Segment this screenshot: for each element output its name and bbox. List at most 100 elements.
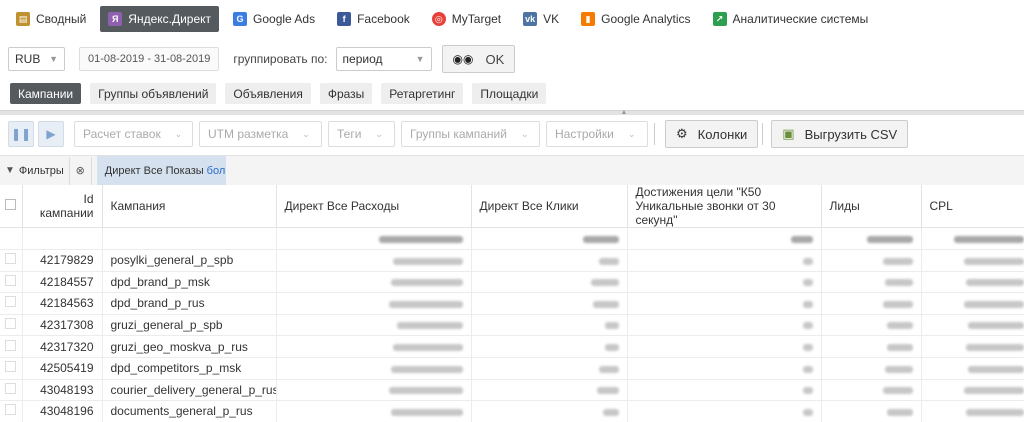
analytics-systems-icon: ↗ xyxy=(712,12,727,26)
export-csv-button[interactable]: ▣ Выгрузить CSV xyxy=(771,120,909,148)
utm-dropdown[interactable]: UTM разметка ⌄ xyxy=(199,121,322,147)
ok-button[interactable]: ◉◉ OK xyxy=(441,45,516,73)
col-header-id[interactable]: Id кампании xyxy=(22,185,103,228)
totals-row xyxy=(0,227,1024,250)
play-icon: ▶ xyxy=(46,127,56,141)
goal-blurred xyxy=(627,357,822,380)
level-tabs: Кампании Группы объявлений Объявления Фр… xyxy=(10,83,555,104)
nav-item-analytics-systems[interactable]: ↗ Аналитические системы xyxy=(705,6,877,32)
leads-blurred xyxy=(821,379,922,402)
campaign-name[interactable]: courier_delivery_general_p_rus xyxy=(102,379,277,402)
columns-button[interactable]: ⚙ Колонки xyxy=(665,120,759,148)
campaign-name[interactable]: dpd_competitors_p_msk xyxy=(102,357,277,380)
nav-item-facebook[interactable]: f Facebook xyxy=(329,6,418,32)
group-by-value: период xyxy=(342,52,383,66)
google-analytics-icon: ▮ xyxy=(581,12,596,26)
row-select-cell xyxy=(0,271,23,294)
currency-select[interactable]: RUB ▼ xyxy=(8,47,65,71)
toolbar-divider xyxy=(654,123,655,145)
campaign-name[interactable]: gruzi_general_p_spb xyxy=(102,314,277,337)
spend-blurred xyxy=(276,271,472,294)
spend-blurred xyxy=(276,292,472,315)
table-row[interactable]: 42317320 gruzi_geo_moskva_p_rus xyxy=(0,335,1024,358)
row-select-cell xyxy=(0,357,23,380)
leads-blurred xyxy=(821,357,922,380)
filters-button[interactable]: ▼ Фильтры xyxy=(0,156,70,185)
nav-item-yandex-direct[interactable]: Я Яндекс.Директ xyxy=(100,6,220,32)
row-select-cell xyxy=(0,314,23,337)
cpl-blurred xyxy=(921,292,1024,315)
collapse-handle-icon[interactable]: ▲ xyxy=(616,109,632,116)
col-header-clicks[interactable]: Директ Все Клики xyxy=(471,185,628,228)
campaign-name[interactable]: dpd_brand_p_rus xyxy=(102,292,277,315)
goal-blurred xyxy=(627,292,822,315)
row-checkbox[interactable] xyxy=(5,253,16,265)
leads-blurred xyxy=(821,400,922,422)
panel-splitter[interactable]: ▲ xyxy=(0,109,1024,116)
table-row[interactable]: 42317308 gruzi_general_p_spb xyxy=(0,314,1024,337)
campaign-name[interactable]: posylki_general_p_spb xyxy=(102,249,277,272)
csv-file-icon: ▣ xyxy=(782,126,795,141)
play-button[interactable]: ▶ xyxy=(38,121,64,147)
clear-filters-button[interactable]: ⊗ xyxy=(70,156,92,185)
tab-retargeting[interactable]: Ретаргетинг xyxy=(381,83,464,104)
date-range-picker[interactable]: 01-08-2019 - 31-08-2019 xyxy=(79,47,220,71)
tags-dropdown[interactable]: Теги ⌄ xyxy=(328,121,395,147)
select-all-checkbox[interactable] xyxy=(5,199,16,210)
row-checkbox[interactable] xyxy=(5,296,16,308)
chevron-down-icon: ⌄ xyxy=(302,128,310,139)
table-row[interactable]: 42184557 dpd_brand_p_msk xyxy=(0,271,1024,294)
campaign-name[interactable]: dpd_brand_p_msk xyxy=(102,271,277,294)
col-header-cpl[interactable]: CPL xyxy=(921,185,1024,228)
row-checkbox[interactable] xyxy=(5,318,16,330)
group-by-select[interactable]: период ▼ xyxy=(335,47,432,71)
col-header-goal-calls[interactable]: Достижения цели "К50 Уникальные звонки о… xyxy=(627,185,822,228)
campaign-groups-label: Группы кампаний xyxy=(410,127,507,141)
toolbar-divider xyxy=(762,123,764,145)
col-header-campaign[interactable]: Кампания xyxy=(102,185,277,228)
filter-chip[interactable]: Директ Все Показы бол xyxy=(96,155,226,186)
nav-item-google-ads[interactable]: G Google Ads xyxy=(225,6,323,32)
chevron-down-icon: ⌄ xyxy=(174,128,183,139)
goal-blurred xyxy=(627,271,822,294)
tab-placements[interactable]: Площадки xyxy=(472,83,547,104)
campaign-name[interactable]: documents_general_p_rus xyxy=(102,400,277,422)
col-header-leads[interactable]: Лиды xyxy=(821,185,922,228)
nav-item-summary[interactable]: ▤ Сводный xyxy=(8,6,94,32)
campaign-groups-dropdown[interactable]: Группы кампаний ⌄ xyxy=(401,121,540,147)
nav-item-google-analytics[interactable]: ▮ Google Analytics xyxy=(573,6,698,32)
facebook-icon: f xyxy=(337,12,352,26)
row-checkbox[interactable] xyxy=(5,274,16,286)
tab-ad-groups[interactable]: Группы объявлений xyxy=(90,83,217,104)
vk-icon: vk xyxy=(523,12,538,26)
totals-cell xyxy=(22,227,103,250)
chevron-down-icon: ⌄ xyxy=(627,128,636,139)
table-row[interactable]: 42179829 posylki_general_p_spb xyxy=(0,249,1024,272)
table-row[interactable]: 42184563 dpd_brand_p_rus xyxy=(0,292,1024,315)
totals-cpl-blurred xyxy=(921,227,1024,250)
funnel-icon: ▼ xyxy=(5,165,15,176)
pause-button[interactable]: ❚❚ xyxy=(8,121,34,147)
goal-blurred xyxy=(627,379,822,402)
table-row[interactable]: 43048193 courier_delivery_general_p_rus xyxy=(0,379,1024,402)
col-header-spend[interactable]: Директ Все Расходы xyxy=(276,185,472,228)
settings-dropdown[interactable]: Настройки ⌄ xyxy=(546,121,648,147)
report-controls: RUB ▼ 01-08-2019 - 31-08-2019 группирова… xyxy=(8,44,516,74)
tab-campaigns[interactable]: Кампании xyxy=(10,83,82,104)
row-checkbox[interactable] xyxy=(5,339,16,351)
row-checkbox[interactable] xyxy=(5,404,16,416)
campaign-name[interactable]: gruzi_geo_moskva_p_rus xyxy=(102,335,277,358)
nav-item-mytarget[interactable]: ◎ MyTarget xyxy=(424,6,509,32)
binoculars-icon: ◉◉ xyxy=(452,52,474,66)
filter-chip-more-link[interactable]: бол xyxy=(207,165,226,177)
goal-blurred xyxy=(627,249,822,272)
tab-ads[interactable]: Объявления xyxy=(225,83,311,104)
row-checkbox[interactable] xyxy=(5,382,16,394)
row-checkbox[interactable] xyxy=(5,361,16,373)
rate-calc-dropdown[interactable]: Расчет ставок ⌄ xyxy=(74,121,193,147)
nav-item-vk[interactable]: vk VK xyxy=(515,6,567,32)
table-row[interactable]: 43048196 documents_general_p_rus xyxy=(0,400,1024,422)
table-row[interactable]: 42505419 dpd_competitors_p_msk xyxy=(0,357,1024,380)
tab-phrases[interactable]: Фразы xyxy=(319,83,373,104)
source-nav: ▤ Сводный Я Яндекс.Директ G Google Ads f… xyxy=(0,0,1024,38)
